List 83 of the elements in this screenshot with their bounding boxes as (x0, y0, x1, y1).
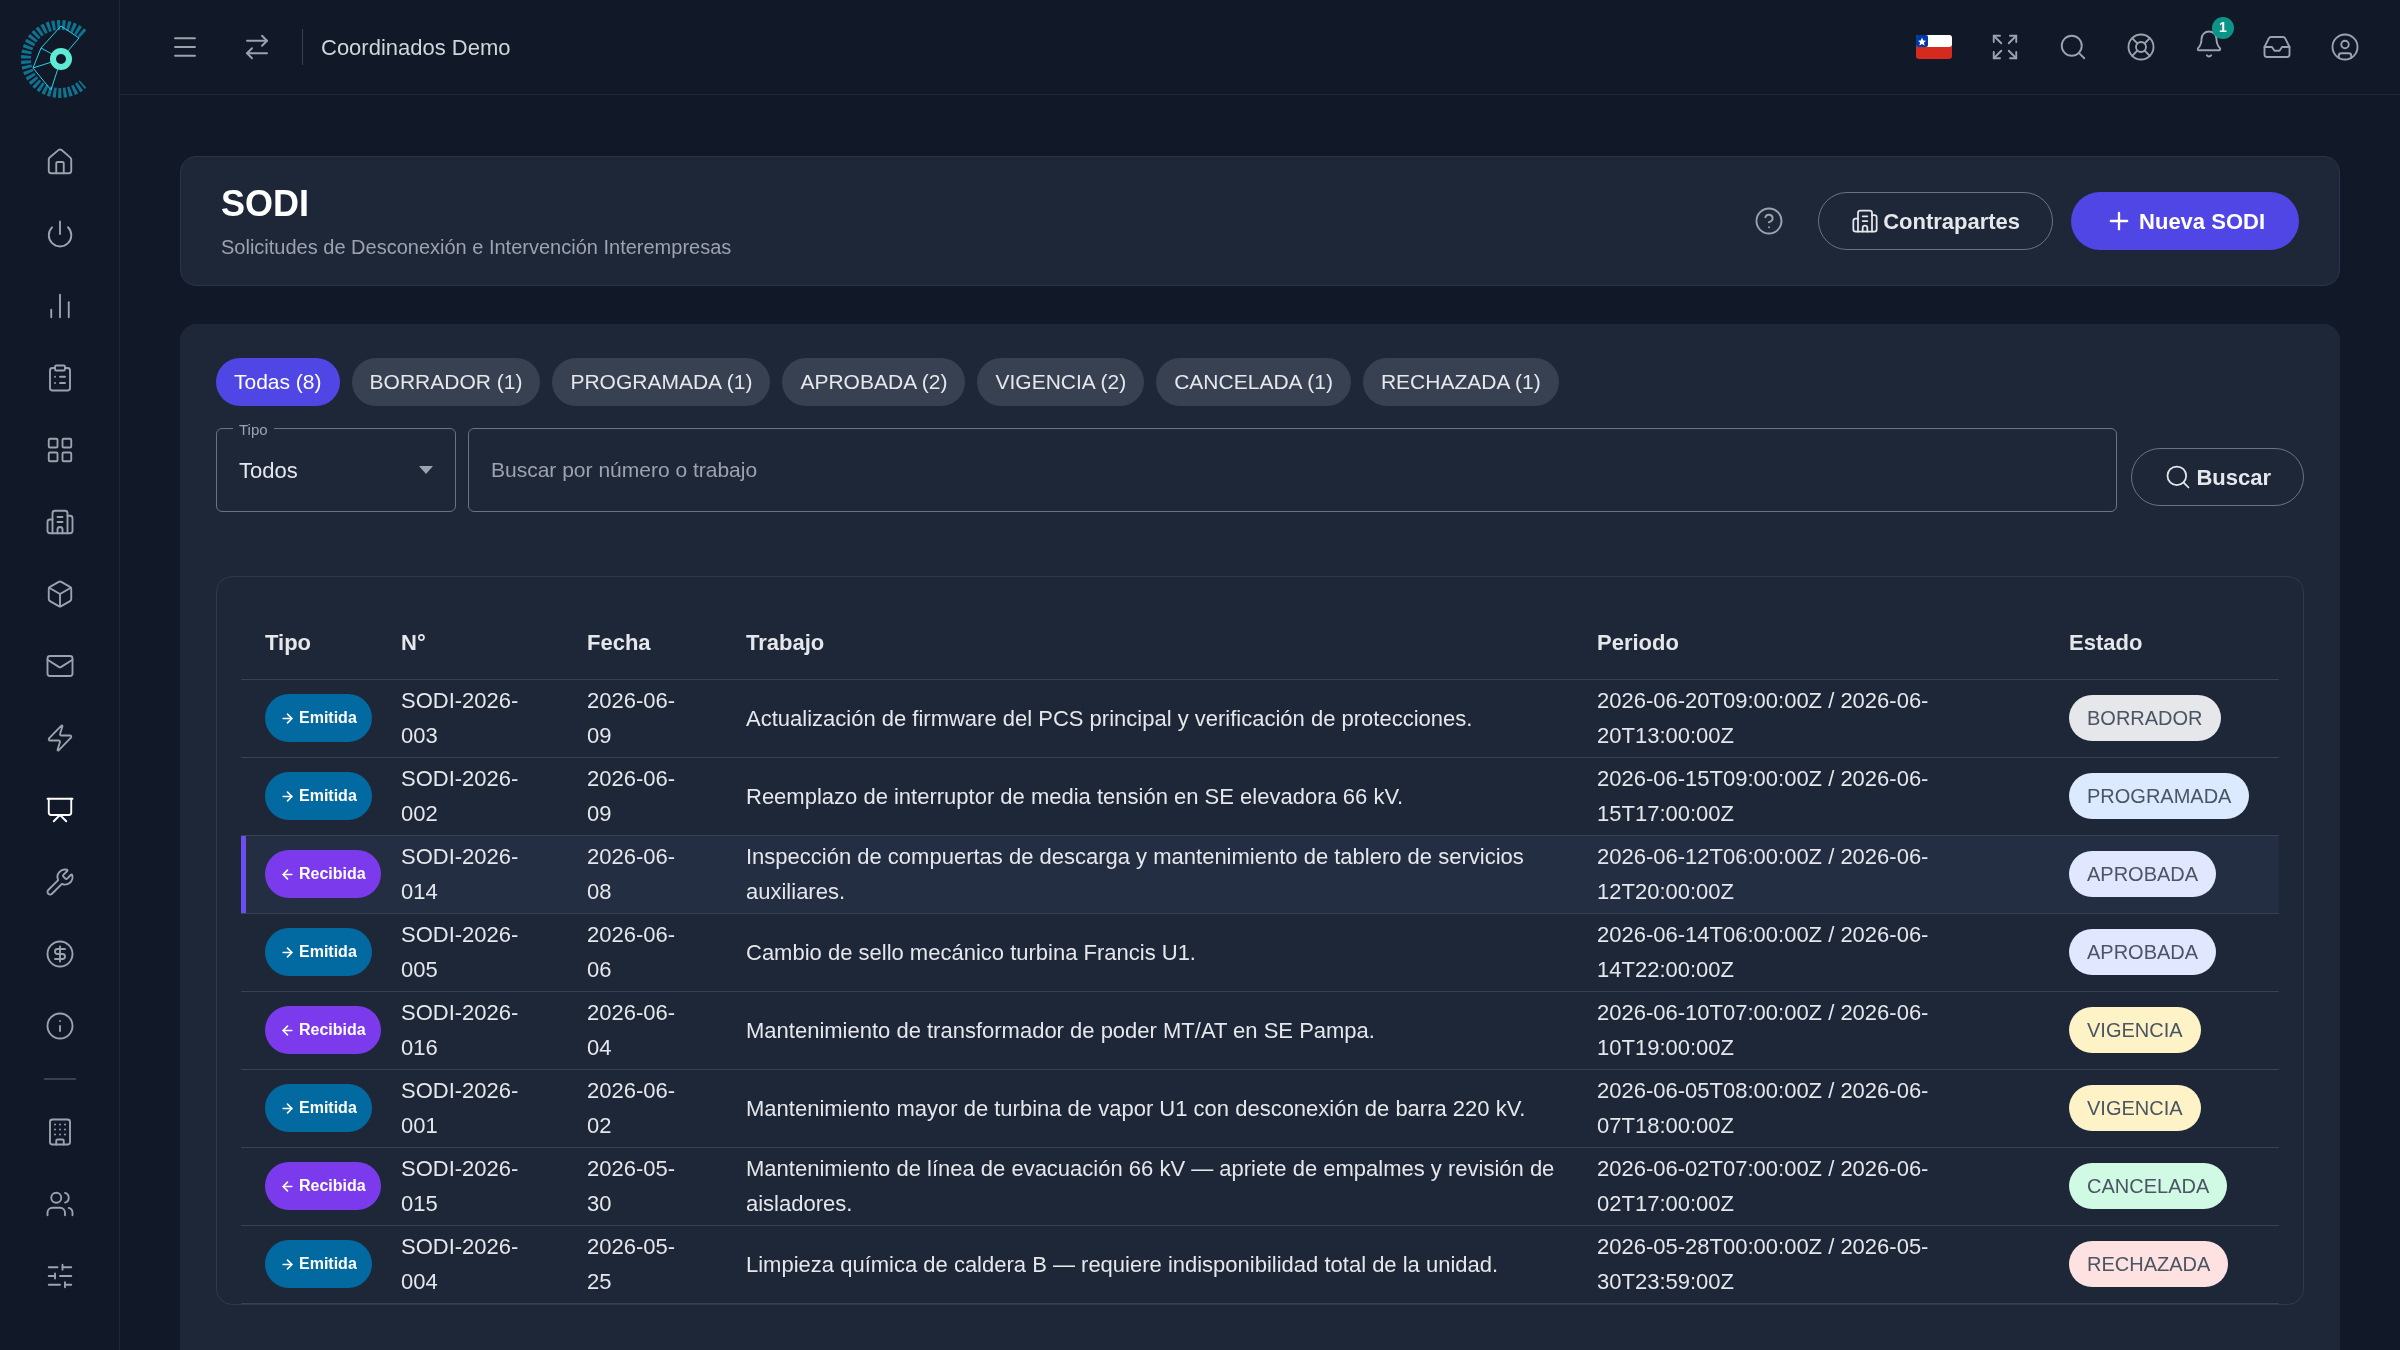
status-badge: APROBADA (2069, 851, 2217, 897)
table-cell: SODI-2026-002 (401, 757, 587, 835)
table-cell: SODI-2026-001 (401, 1069, 587, 1147)
table-cell: Mantenimiento mayor de turbina de vapor U1 con desconexión de barra 220 kV. (746, 1069, 1597, 1147)
table-cell: 2026-05-25 (587, 1225, 746, 1303)
table-cell: 2026-06-10T07:00:00Z / 2026-06-10T19:00:00Z (1597, 991, 2069, 1069)
table-cell: SODI-2026-003 (401, 679, 587, 757)
table-row[interactable]: Emitida SODI-2026-002 2026-06-09 Reemplazo de interruptor de media tensión en SE elevadora 66 kV. 2026-06-15T09:00:00Z / 2026-06-15T17:00:00Z PROGRAMADA (241, 757, 2279, 835)
building-icon (1851, 207, 1880, 235)
table-cell: Mantenimiento de línea de evacuación 66 kV — apriete de empalmes y revisión de aisladores. (746, 1147, 1597, 1225)
status-badge: BORRADOR (2069, 695, 2221, 741)
filter-tab[interactable]: Todas (8) (216, 358, 340, 406)
table-row[interactable]: Recibida SODI-2026-015 2026-05-30 Mantenimiento de línea de evacuación 66 kV — apriete de empalmes y revisión de aisladores. 2026-06-02T07:00:00Z / 2026-06-02T17:00:00Z CANCELADA (241, 1147, 2279, 1225)
filter-tab[interactable]: RECHAZADA (1) (1362, 358, 1559, 406)
column-header: Fecha (587, 607, 746, 679)
status-badge: RECHAZADA (2069, 1241, 2229, 1287)
table-cell: 2026-06-05T08:00:00Z / 2026-06-07T18:00:00Z (1597, 1069, 2069, 1147)
help-icon[interactable] (1754, 206, 1785, 236)
table-cell: Reemplazo de interruptor de media tensión en SE elevadora 66 kV. (746, 757, 1597, 835)
table-cell: SODI-2026-014 (401, 835, 587, 913)
search-icon[interactable] (2058, 32, 2088, 62)
filter-tab[interactable]: CANCELADA (1) (1156, 358, 1351, 406)
filter-tab[interactable]: PROGRAMADA (1) (552, 358, 771, 406)
column-header: Tipo (241, 607, 401, 679)
fullscreen-icon[interactable] (1990, 32, 2020, 62)
status-badge: VIGENCIA (2069, 1085, 2201, 1131)
table-cell: 2026-06-12T06:00:00Z / 2026-06-12T20:00:00Z (1597, 835, 2069, 913)
lifebuoy-icon[interactable] (2126, 32, 2156, 62)
filter-tab[interactable]: APROBADA (2) (782, 358, 966, 406)
column-header: Trabajo (746, 607, 1597, 679)
table-cell: 2026-06-06 (587, 913, 746, 991)
table-cell: Actualización de firmware del PCS principal y verificación de protecciones. (746, 679, 1597, 757)
table-row[interactable]: Emitida SODI-2026-004 2026-05-25 Limpieza química de caldera B — requiere indisponibilidad total de la unidad. 2026-05-28T00:00:00Z / 2026-05-30T23:59:00Z RECHAZADA (241, 1225, 2279, 1303)
type-badge: Recibida (265, 850, 381, 898)
status-badge: APROBADA (2069, 929, 2217, 975)
table-cell: Limpieza química de caldera B — requiere indisponibilidad total de la unidad. (746, 1225, 1597, 1303)
filter-tab[interactable]: BORRADOR (1) (351, 358, 541, 406)
flag-icon[interactable] (1916, 35, 1952, 59)
table-cell: 2026-06-14T06:00:00Z / 2026-06-14T22:00:00Z (1597, 913, 2069, 991)
table-cell: 2026-05-30 (587, 1147, 746, 1225)
type-badge: Emitida (265, 694, 372, 742)
status-badge: VIGENCIA (2069, 1007, 2201, 1053)
type-badge: Emitida (265, 1084, 372, 1132)
table-row[interactable]: Emitida SODI-2026-001 2026-06-02 Mantenimiento mayor de turbina de vapor U1 con desconexión de barra 220 kV. 2026-06-05T08:00:00Z / 2026-06-07T18:00:00Z VIGENCIA (241, 1069, 2279, 1147)
table-cell: 2026-06-02 (587, 1069, 746, 1147)
type-badge: Emitida (265, 928, 372, 976)
table-cell: 2026-06-09 (587, 679, 746, 757)
table-row[interactable]: Emitida SODI-2026-005 2026-06-06 Cambio de sello mecánico turbina Francis U1. 2026-06-14T06:00:00Z / 2026-06-14T22:00:00Z APROBADA (241, 913, 2279, 991)
notification-badge: 1 (2212, 16, 2234, 39)
table-cell: 2026-06-04 (587, 991, 746, 1069)
column-header: N° (401, 607, 587, 679)
table-row[interactable]: Recibida SODI-2026-016 2026-06-04 Mantenimiento de transformador de poder MT/AT en SE Pampa. 2026-06-10T07:00:00Z / 2026-06-10T19:00:00Z VIGENCIA (241, 991, 2279, 1069)
filter-tab[interactable]: VIGENCIA (2) (977, 358, 1145, 406)
table-cell: 2026-06-20T09:00:00Z / 2026-06-20T13:00:00Z (1597, 679, 2069, 757)
type-badge: Emitida (265, 1240, 372, 1288)
column-header: Estado (2069, 607, 2279, 679)
table-cell: 2026-06-02T07:00:00Z / 2026-06-02T17:00:00Z (1597, 1147, 2069, 1225)
table-cell: Cambio de sello mecánico turbina Francis U1. (746, 913, 1597, 991)
table-cell: SODI-2026-004 (401, 1225, 587, 1303)
app-title: Coordinados Demo (321, 33, 511, 62)
table-cell: 2026-05-28T00:00:00Z / 2026-05-30T23:59:00Z (1597, 1225, 2069, 1303)
table-cell: Inspección de compuertas de descarga y mantenimiento de tablero de servicios auxiliares. (746, 835, 1597, 913)
table-cell: 2026-06-08 (587, 835, 746, 913)
type-badge: Emitida (265, 772, 372, 820)
status-badge: PROGRAMADA (2069, 773, 2250, 819)
table-cell: SODI-2026-016 (401, 991, 587, 1069)
search-field[interactable]: Buscar por número o trabajo (468, 428, 2118, 512)
table-cell: SODI-2026-005 (401, 913, 587, 991)
page-subtitle: Solicitudes de Desconexión e Intervención Interempresas (221, 234, 732, 260)
dropdown-caret-icon (419, 466, 433, 474)
table-cell: 2026-06-15T09:00:00Z / 2026-06-15T17:00:00Z (1597, 757, 2069, 835)
type-badge: Recibida (265, 1006, 381, 1054)
new-sodi-button[interactable]: Nueva SODI (2071, 192, 2299, 250)
status-badge: CANCELADA (2069, 1163, 2228, 1209)
user-icon[interactable] (2330, 32, 2360, 62)
table-row[interactable]: Emitida SODI-2026-003 2026-06-09 Actualización de firmware del PCS principal y verificación de protecciones. 2026-06-20T09:00:00Z / 2026-06-20T13:00:00Z BORRADOR (241, 679, 2279, 757)
type-badge: Recibida (265, 1162, 381, 1210)
table-cell: SODI-2026-015 (401, 1147, 587, 1225)
page-title: SODI (221, 181, 310, 226)
select-value: Todos (239, 456, 298, 485)
table-cell: Mantenimiento de transformador de poder MT/AT en SE Pampa. (746, 991, 1597, 1069)
column-header: Periodo (1597, 607, 2069, 679)
table-cell: 2026-06-09 (587, 757, 746, 835)
